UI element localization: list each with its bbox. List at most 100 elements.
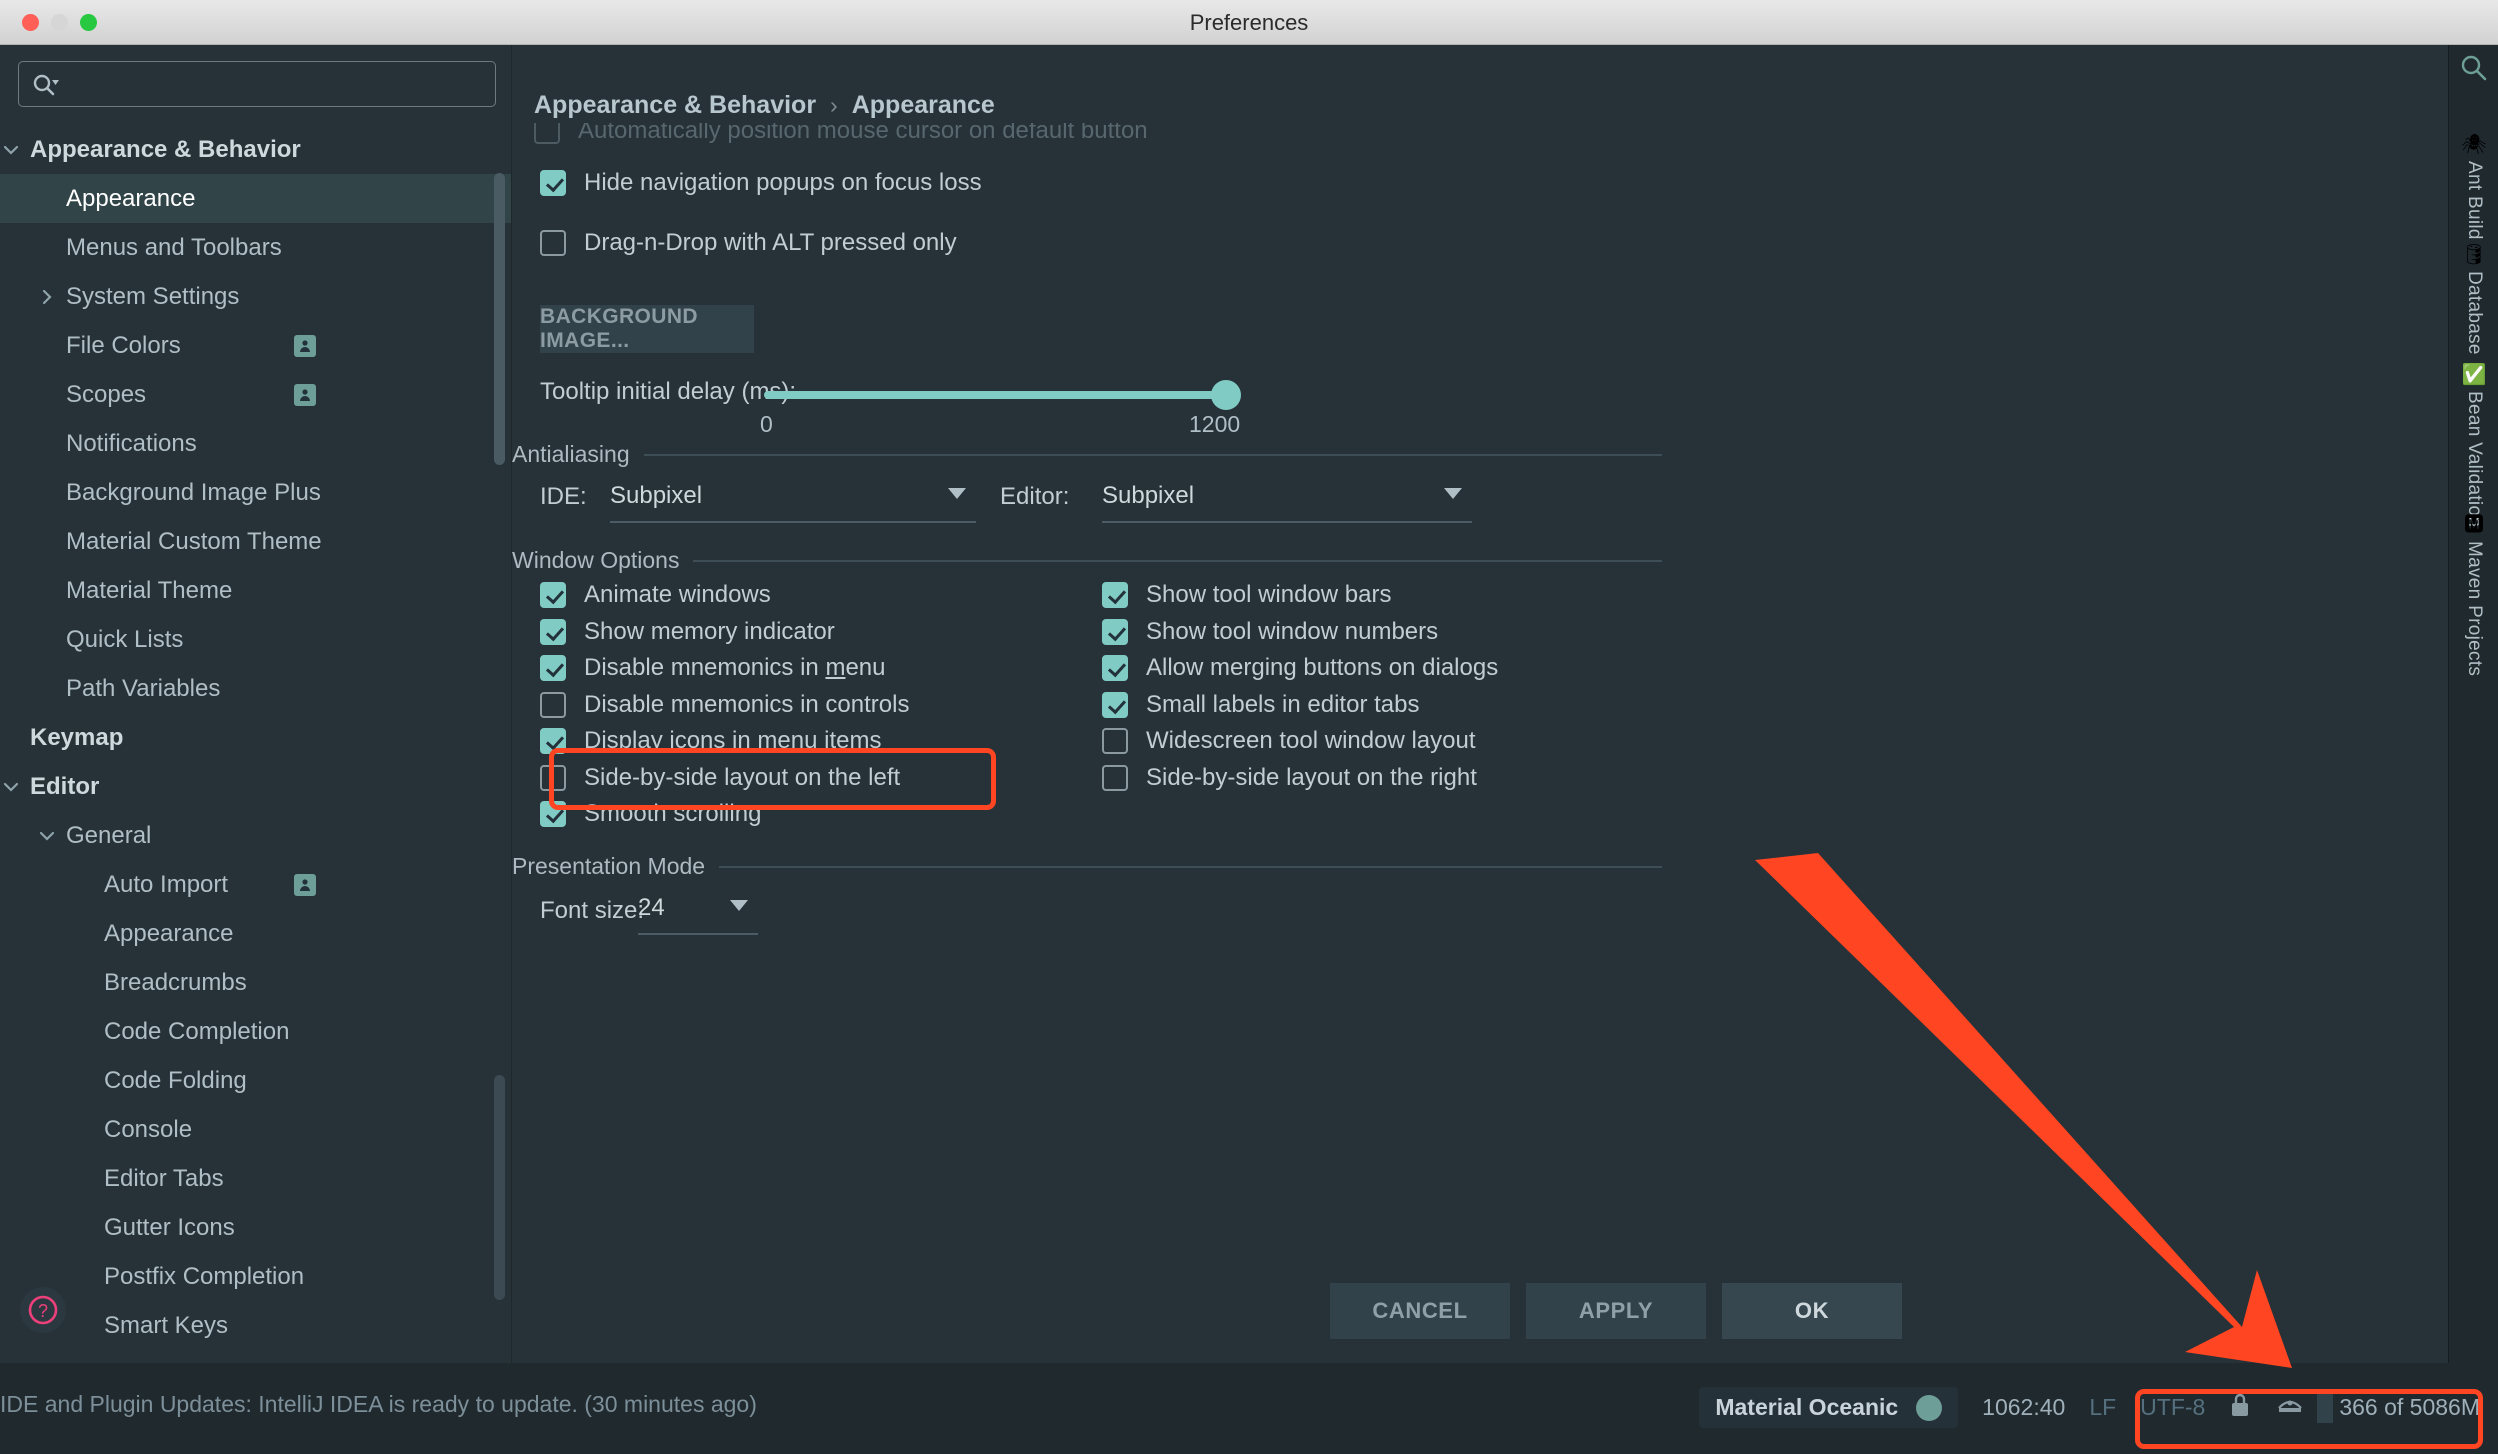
sidebar-item-general[interactable]: General	[0, 811, 511, 860]
checkbox-label: Show tool window numbers	[1146, 617, 1439, 645]
ok-button[interactable]: OK	[1722, 1283, 1902, 1339]
checkbox-allow-merging-buttons-on-dialogs[interactable]: Allow merging buttons on dialogs	[1102, 654, 1498, 682]
checkbox-small-labels-in-editor-tabs[interactable]: Small labels in editor tabs	[1102, 691, 1419, 719]
sidebar-item-appearance[interactable]: Appearance	[0, 174, 511, 223]
checkbox-widescreen-tool-window-layout[interactable]: Widescreen tool window layout	[1102, 727, 1476, 755]
tool-window-label: Maven Projects	[2464, 541, 2485, 677]
sidebar-item-console[interactable]: Console	[0, 1105, 511, 1154]
checkbox-animate-windows[interactable]: Animate windows	[540, 581, 771, 609]
sidebar-item-keymap[interactable]: Keymap	[0, 713, 511, 762]
sidebar-item-label: Code Folding	[104, 1067, 247, 1094]
sidebar-item-menus-and-toolbars[interactable]: Menus and Toolbars	[0, 223, 511, 272]
tool-window-ant-build[interactable]: 🕷 Ant Build	[2449, 135, 2498, 240]
sidebar-item-appearance[interactable]: Appearance	[0, 909, 511, 958]
inspection-hat-icon[interactable]	[2275, 1392, 2305, 1424]
sidebar-item-material-custom-theme[interactable]: Material Custom Theme	[0, 517, 511, 566]
search-icon	[32, 73, 60, 97]
checkbox-show-tool-window-bars[interactable]: Show tool window bars	[1102, 581, 1391, 609]
status-message[interactable]: IDE and Plugin Updates: IntelliJ IDEA is…	[0, 1391, 757, 1418]
checkbox-box[interactable]	[540, 618, 566, 645]
chevron-down-icon[interactable]	[0, 125, 28, 174]
sidebar-scrollbar[interactable]	[494, 173, 505, 843]
file-encoding[interactable]: UTF-8	[2140, 1394, 2205, 1421]
search-icon[interactable]	[2459, 53, 2489, 83]
cancel-button[interactable]: CANCEL	[1330, 1283, 1510, 1339]
checkbox-label: Display icons in menu items	[584, 727, 882, 754]
sidebar-item-label: Editor	[30, 773, 100, 800]
checkbox-box[interactable]	[540, 230, 566, 256]
line-separator[interactable]: LF	[2089, 1394, 2116, 1421]
checkbox-label: Hide navigation popups on focus loss	[584, 169, 982, 196]
sidebar-item-system-settings[interactable]: System Settings	[0, 272, 511, 321]
section-antialiasing: Antialiasing	[512, 441, 1662, 468]
checkbox-box[interactable]	[1102, 655, 1128, 681]
checkbox-disable-mnemonics-in-controls[interactable]: Disable mnemonics in controls	[540, 691, 909, 719]
sidebar-item-quick-lists[interactable]: Quick Lists	[0, 615, 511, 664]
sidebar-item-editor[interactable]: Editor	[0, 762, 511, 811]
tool-window-bean-validation[interactable]: ✅ Bean Validation	[2449, 365, 2498, 527]
checkbox-box[interactable]	[540, 655, 566, 681]
caret-position[interactable]: 1062:40	[1982, 1394, 2065, 1421]
slider-track[interactable]	[764, 391, 1230, 399]
checkbox-show-memory-indicator[interactable]: Show memory indicator	[540, 618, 835, 646]
checkbox-display-icons-in-menu-items[interactable]: Display icons in menu items	[540, 727, 881, 755]
editor-antialiasing-select[interactable]: Subpixel	[1102, 471, 1472, 523]
theme-indicator[interactable]: Material Oceanic	[1699, 1387, 1959, 1428]
apply-button[interactable]: APPLY	[1526, 1283, 1706, 1339]
tool-window-maven-projects[interactable]: 🅼 Maven Projects	[2449, 515, 2498, 676]
sidebar-item-scopes[interactable]: Scopes	[0, 370, 511, 419]
font-size-select[interactable]: 24	[638, 883, 758, 935]
memory-indicator[interactable]: 366 of 5086M	[2339, 1394, 2480, 1421]
slider-handle[interactable]	[1211, 380, 1241, 410]
tooltip-delay-slider[interactable]: 0 1200	[760, 371, 1258, 441]
checkbox-side-by-side-layout-on-the-left[interactable]: Side-by-side layout on the left	[540, 764, 900, 792]
checkbox-box[interactable]	[1102, 691, 1128, 718]
checkbox-box[interactable]	[1102, 764, 1128, 791]
sidebar-item-background-image-plus[interactable]: Background Image Plus	[0, 468, 511, 517]
lock-icon[interactable]	[2229, 1391, 2251, 1425]
sidebar-item-file-colors[interactable]: File Colors	[0, 321, 511, 370]
checkbox-smooth-scrolling[interactable]: Smooth scrolling	[540, 800, 761, 828]
checkbox-box[interactable]	[1102, 582, 1128, 608]
checkbox-auto-position-cursor[interactable]: Automatically position mouse cursor on d…	[534, 123, 1148, 145]
checkbox-box[interactable]	[540, 691, 566, 718]
breadcrumb-parent[interactable]: Appearance & Behavior	[534, 91, 816, 120]
checkbox-drag-n-drop-alt[interactable]: Drag-n-Drop with ALT pressed only	[540, 229, 957, 257]
checkbox-label: Side-by-side layout on the right	[1146, 763, 1477, 791]
chevron-down-icon	[730, 900, 748, 911]
checkbox-show-tool-window-numbers[interactable]: Show tool window numbers	[1102, 618, 1438, 646]
checkbox-box[interactable]	[540, 801, 566, 827]
window-title-bar: Preferences	[0, 0, 2498, 45]
sidebar-item-appearance-behavior[interactable]: Appearance & Behavior	[0, 125, 511, 174]
sidebar-item-code-folding[interactable]: Code Folding	[0, 1056, 511, 1105]
sidebar-item-gutter-icons[interactable]: Gutter Icons	[0, 1203, 511, 1252]
checkbox-side-by-side-layout-on-the-right[interactable]: Side-by-side layout on the right	[1102, 764, 1477, 792]
checkbox-box[interactable]	[534, 123, 560, 144]
sidebar-item-notifications[interactable]: Notifications	[0, 419, 511, 468]
checkbox-box[interactable]	[540, 582, 566, 608]
checkbox-box[interactable]	[540, 764, 566, 791]
sidebar-item-editor-tabs[interactable]: Editor Tabs	[0, 1154, 511, 1203]
sidebar-item-label: General	[66, 822, 152, 849]
sidebar-item-path-variables[interactable]: Path Variables	[0, 664, 511, 713]
sidebar-item-material-theme[interactable]: Material Theme	[0, 566, 511, 615]
sidebar-item-auto-import[interactable]: Auto Import	[0, 860, 511, 909]
sidebar-item-breadcrumbs[interactable]: Breadcrumbs	[0, 958, 511, 1007]
background-image-button[interactable]: BACKGROUND IMAGE...	[540, 305, 754, 353]
sidebar-item-label: Appearance & Behavior	[30, 136, 301, 163]
tool-window-database[interactable]: 🛢 Database	[2449, 245, 2498, 355]
chevron-right-icon[interactable]	[30, 272, 64, 321]
sidebar-scrollbar-thumb[interactable]	[494, 173, 505, 465]
chevron-down-icon[interactable]	[30, 811, 64, 860]
search-input[interactable]	[18, 61, 496, 107]
chevron-down-icon[interactable]	[0, 762, 28, 811]
checkbox-box[interactable]	[540, 728, 566, 754]
checkbox-box[interactable]	[1102, 728, 1128, 754]
checkbox-disable-mnemonics-in-menu[interactable]: Disable mnemonics in menu	[540, 654, 885, 682]
checkbox-box[interactable]	[540, 170, 566, 196]
checkbox-box[interactable]	[1102, 618, 1128, 645]
sidebar-item-code-completion[interactable]: Code Completion	[0, 1007, 511, 1056]
checkbox-hide-navigation-popups[interactable]: Hide navigation popups on focus loss	[540, 169, 982, 197]
ide-antialiasing-select[interactable]: Subpixel	[610, 471, 976, 523]
preferences-dialog: Appearance & Behavior Appearance Menus and…	[0, 45, 2498, 1363]
